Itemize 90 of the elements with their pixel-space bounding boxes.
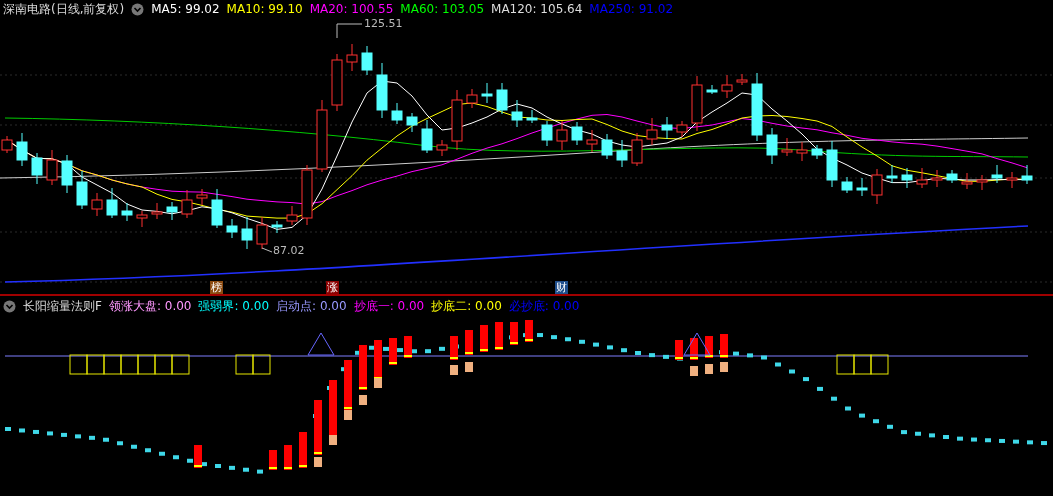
- candlestick: [811, 144, 823, 160]
- candlestick: [361, 45, 373, 76]
- candlestick: [676, 120, 688, 138]
- candlestick: [106, 187, 118, 219]
- candlestick: [91, 192, 103, 217]
- candlestick: [946, 169, 958, 184]
- candlestick: [631, 132, 643, 167]
- candlestick: [226, 218, 238, 239]
- candlestick: [1006, 171, 1018, 189]
- candlestick: [376, 62, 388, 119]
- candlestick: [301, 164, 313, 226]
- collapse-icon[interactable]: [3, 299, 16, 313]
- candlestick: [121, 202, 133, 222]
- candlestick: [166, 201, 178, 221]
- indicator-legend-value: 启动点: 0.00: [276, 297, 347, 315]
- candlestick: [46, 149, 58, 186]
- candlestick: [61, 154, 73, 194]
- event-marker[interactable]: 榜: [210, 281, 223, 294]
- candlestick: [541, 120, 553, 147]
- candlestick: [76, 170, 88, 210]
- candlestick: [571, 121, 583, 146]
- candlestick: [241, 216, 253, 250]
- ma-legend-value: MA20: 100.55: [309, 2, 394, 16]
- indicator-legend-value: 领涨大盘: 0.00: [108, 297, 192, 315]
- ma-legend-value: MA5: 99.02: [151, 2, 220, 16]
- price-label: 87.02: [273, 244, 305, 257]
- indicator-legend-value: 抄底二: 0.00: [431, 297, 502, 315]
- candlestick: [721, 74, 733, 99]
- candlestick: [976, 174, 988, 191]
- candlestick: [1021, 164, 1033, 185]
- candlestick: [586, 129, 598, 153]
- candlestick: [646, 117, 658, 146]
- candlestick: [691, 75, 703, 132]
- ma-legend-value: MA120: 105.64: [491, 2, 583, 16]
- candlestick: [886, 164, 898, 184]
- candlestick: [871, 168, 883, 205]
- leader-line: [261, 247, 273, 253]
- candlestick: [391, 102, 403, 125]
- candlestick: [271, 220, 283, 234]
- ma-legend-value: MA10: 99.10: [226, 2, 303, 16]
- candlestick: [526, 109, 538, 124]
- candlestick: [451, 89, 463, 151]
- candlestick: [481, 82, 493, 104]
- collapse-icon[interactable]: [131, 2, 145, 16]
- candlestick: [406, 112, 418, 133]
- candlestick: [616, 139, 628, 168]
- candlestick: [961, 172, 973, 190]
- candlestick: [286, 205, 298, 226]
- candlestick: [421, 119, 433, 154]
- candlestick: [781, 137, 793, 157]
- candlestick: [796, 141, 808, 162]
- candlestick: [196, 188, 208, 206]
- price-label: 125.51: [364, 17, 403, 30]
- candlestick: [16, 132, 28, 167]
- candlestick: [826, 140, 838, 188]
- chart-title: 深南电路(日线,前复权): [3, 0, 125, 18]
- candlestick: [511, 99, 523, 128]
- candlestick: [736, 73, 748, 86]
- event-marker[interactable]: 财: [555, 281, 568, 294]
- candlestick: [601, 133, 613, 160]
- indicator-title: 长阳缩量法则F: [23, 297, 102, 315]
- event-marker[interactable]: 涨: [326, 281, 339, 294]
- candlestick: [661, 116, 673, 140]
- candlestick: [466, 88, 478, 109]
- candlestick: [841, 176, 853, 194]
- candlestick: [211, 188, 223, 229]
- candlestick: [151, 202, 163, 220]
- ma-legend-value: MA250: 91.02: [589, 2, 674, 16]
- candlestick: [856, 177, 868, 197]
- leader-line: [336, 23, 363, 39]
- candlestick: [346, 43, 358, 72]
- candlestick: [901, 167, 913, 189]
- candlestick: [751, 72, 763, 142]
- candlestick: [556, 120, 568, 151]
- candlestick: [916, 167, 928, 189]
- candlestick: [181, 189, 193, 219]
- candlestick: [331, 53, 343, 112]
- candlestick: [706, 84, 718, 95]
- candlestick: [766, 127, 778, 165]
- candlestick: [991, 164, 1003, 184]
- ma-legend-value: MA60: 103.05: [400, 2, 485, 16]
- candlestick: [436, 139, 448, 157]
- indicator-legend-value: 必抄底: 0.00: [508, 297, 580, 315]
- candlestick: [496, 82, 508, 115]
- indicator-legend-value: 抄底一: 0.00: [353, 297, 425, 315]
- candlestick: [256, 216, 268, 250]
- candlestick: [931, 169, 943, 188]
- candlestick: [136, 210, 148, 228]
- candlestick: [31, 152, 43, 185]
- indicator-legend-value: 强弱界: 0.00: [198, 297, 270, 315]
